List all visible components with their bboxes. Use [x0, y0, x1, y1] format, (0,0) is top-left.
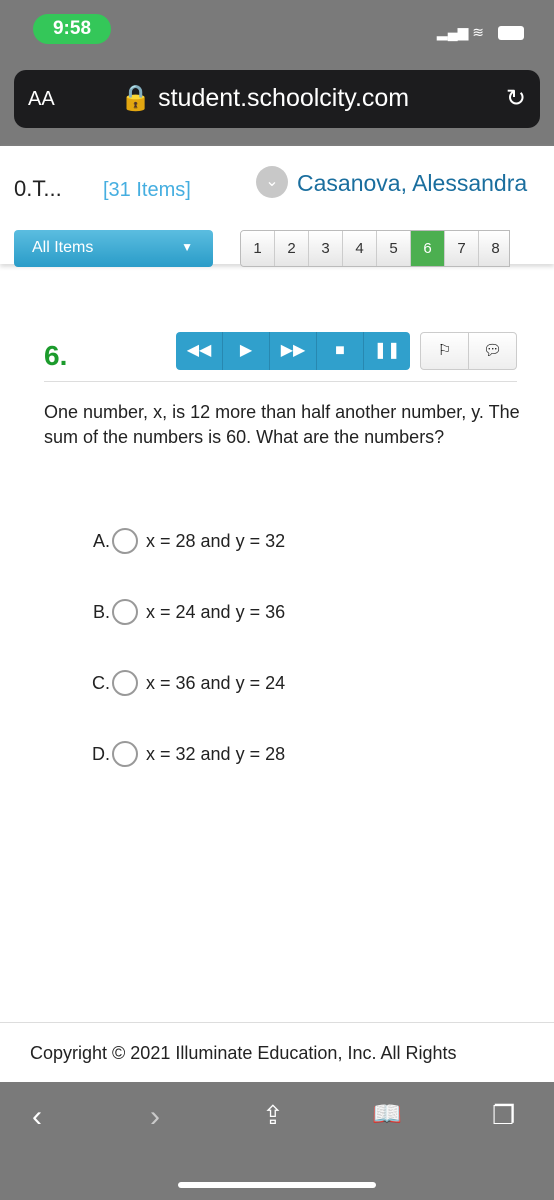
page-button[interactable]: 2 [275, 231, 309, 266]
test-title: 0.T... [14, 176, 62, 201]
pause-button[interactable]: ❚❚ [364, 332, 410, 370]
answer-option[interactable]: B. x = 24 and y = 36 [0, 599, 285, 625]
page-button[interactable]: 6 [411, 231, 445, 266]
page-button[interactable]: 4 [343, 231, 377, 266]
radio-button[interactable] [112, 599, 138, 625]
chevron-down-icon[interactable]: ⌄ [256, 166, 288, 198]
page-button[interactable]: 3 [309, 231, 343, 266]
page-button[interactable]: 8 [479, 231, 509, 266]
audio-player: ◀◀ ▶ ▶▶ ■ ❚❚ [176, 332, 410, 370]
forward-button[interactable]: › [150, 1100, 160, 1134]
radio-button[interactable] [112, 741, 138, 767]
reader-button[interactable]: AA [28, 88, 55, 111]
option-letter: C. [92, 672, 110, 693]
option-text: x = 32 and y = 28 [146, 743, 286, 764]
divider [44, 381, 517, 382]
page-button[interactable]: 7 [445, 231, 479, 266]
domain: student.schoolcity.com [158, 84, 410, 112]
option-letter: B. [92, 601, 110, 622]
tabs-icon[interactable]: ❐ [492, 1100, 515, 1131]
question-number: 6. [44, 340, 68, 371]
share-icon[interactable]: ⇪ [262, 1100, 284, 1131]
stop-button[interactable]: ■ [317, 332, 364, 370]
item-filter-select[interactable]: All Items ▼ [14, 230, 213, 267]
play-button[interactable]: ▶ [223, 332, 270, 370]
page-button[interactable]: 1 [241, 231, 275, 266]
radio-button[interactable] [112, 670, 138, 696]
option-text: x = 36 and y = 24 [146, 672, 286, 693]
student-name: Casanova, Alessandra [297, 170, 528, 196]
bookmarks-icon[interactable]: 📖 [372, 1100, 402, 1129]
question-tools: ⚐ 💬︎ [420, 332, 517, 370]
reload-icon[interactable]: ↻ [506, 84, 526, 113]
page-nav: 123456789 [240, 230, 510, 267]
answer-option[interactable]: C. x = 36 and y = 24 [0, 670, 285, 696]
fast-forward-button[interactable]: ▶▶ [270, 332, 317, 370]
page-button[interactable]: 5 [377, 231, 411, 266]
option-text: x = 24 and y = 36 [146, 601, 286, 622]
filter-label: All Items [32, 239, 94, 256]
item-count[interactable]: [31 Items] [103, 179, 191, 202]
lock-icon: 🔒 [120, 84, 152, 112]
signal-wifi-icon: ▂▄▆ ≋ [436, 24, 484, 40]
home-indicator [178, 1182, 376, 1188]
copyright: Copyright © 2021 Illuminate Education, I… [0, 1022, 554, 1084]
option-letter: A. [92, 530, 110, 551]
question-text: One number, x, is 12 more than half anot… [44, 402, 520, 447]
status-bar: 9:58 ▂▄▆ ≋ [0, 0, 554, 60]
caret-down-icon: ▼ [181, 240, 193, 254]
option-letter: D. [92, 743, 110, 764]
answer-option[interactable]: D. x = 32 and y = 28 [0, 741, 285, 767]
url-text: 🔒 student.schoolcity.com [120, 84, 409, 113]
option-text: x = 28 and y = 32 [146, 530, 286, 551]
clock: 9:58 [33, 14, 111, 44]
battery-icon [498, 26, 524, 40]
answer-option[interactable]: A. x = 28 and y = 32 [0, 528, 285, 554]
address-bar[interactable]: AA 🔒 student.schoolcity.com ↻ [14, 70, 540, 128]
flag-icon[interactable]: ⚐ [421, 333, 469, 369]
back-button[interactable]: ‹ [32, 1100, 42, 1134]
comment-icon[interactable]: 💬︎ [469, 333, 516, 369]
radio-button[interactable] [112, 528, 138, 554]
test-header: 0.T... [31 Items] ⌄ Casanova, Alessandra… [0, 146, 554, 267]
rewind-button[interactable]: ◀◀ [176, 332, 223, 370]
